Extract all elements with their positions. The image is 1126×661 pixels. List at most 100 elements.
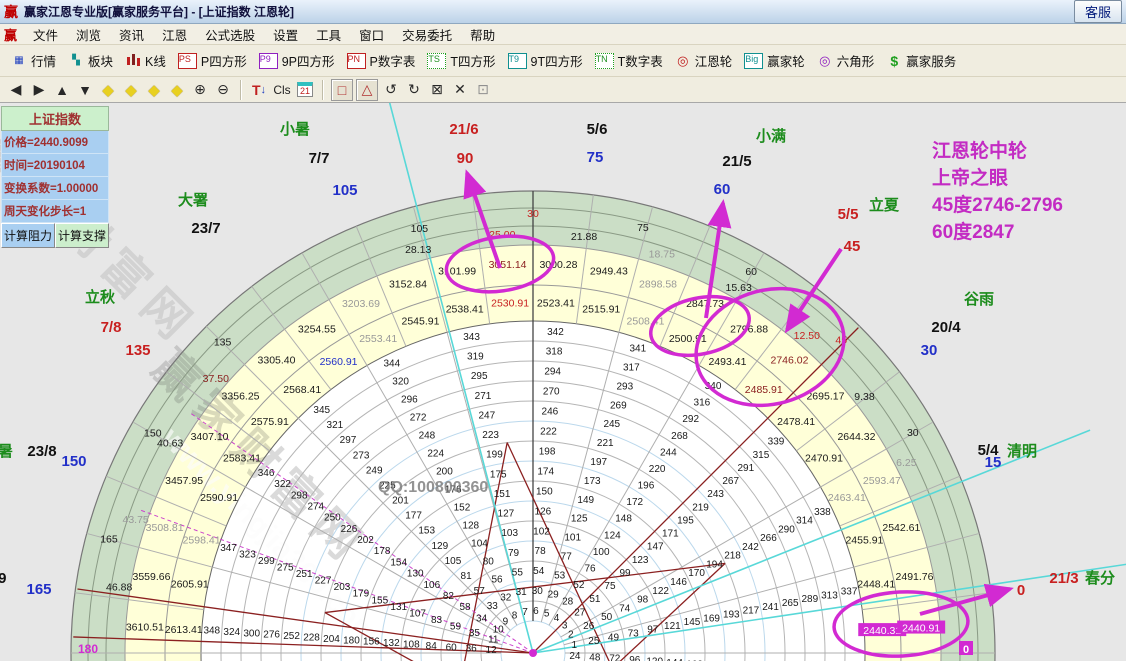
wheel-number: 314 xyxy=(796,516,813,527)
wheel-number: 321 xyxy=(327,420,344,431)
highlighted-price: 2440.31 xyxy=(863,625,901,637)
menu-item-3[interactable]: 江恩 xyxy=(154,23,195,46)
toolbar-label: 行情 xyxy=(31,55,57,69)
toolbar-label: P四方形 xyxy=(200,55,247,69)
menu-item-1[interactable]: 浏览 xyxy=(68,23,109,46)
toolbar-button-ts[interactable]: TS T四方形 xyxy=(422,49,500,72)
calc-button-1[interactable]: 计算支撑 xyxy=(55,223,109,248)
box-x-icon[interactable]: ⊠ xyxy=(427,80,447,100)
toolbar-button-t9[interactable]: T9 9T四方形 xyxy=(503,49,588,72)
wheel-number: 48 xyxy=(589,652,601,661)
tab-index-name[interactable]: 上证指数 xyxy=(1,106,109,131)
price-inner: 2590.91 xyxy=(200,492,238,504)
customer-service-button[interactable]: 客服 xyxy=(1073,0,1122,23)
value-label: 9.38 xyxy=(854,391,875,403)
d-up-icon[interactable]: ◆ xyxy=(144,80,164,100)
toolbar-button-p9[interactable]: P9 9P四方形 xyxy=(254,49,340,72)
wheel-number: 246 xyxy=(542,407,559,418)
wheel-number: 128 xyxy=(462,520,479,531)
wheel-number: 35 xyxy=(469,628,481,639)
price-inner: 2545.91 xyxy=(402,316,440,328)
square-icon[interactable]: □ xyxy=(331,78,353,101)
toolbar-button-gann[interactable]: ◎ 江恩轮 xyxy=(670,49,738,72)
wheel-number: 4 xyxy=(554,613,560,624)
toolbar-button-hex[interactable]: ◎ 六角形 xyxy=(812,49,880,72)
back-icon[interactable]: ◀ xyxy=(6,80,26,100)
down-icon[interactable]: ▼ xyxy=(75,80,95,100)
calendar-icon[interactable]: 21 xyxy=(295,80,315,100)
wheel-number: 127 xyxy=(498,509,515,520)
tn-icon: TN xyxy=(594,52,614,69)
up-icon[interactable]: ▲ xyxy=(52,80,72,100)
wheel-number: 170 xyxy=(688,568,705,579)
menu-item-0[interactable]: 文件 xyxy=(25,23,66,46)
toolbar-button-blocks[interactable]: ▚ 板块 xyxy=(63,49,118,72)
wheel-number: 53 xyxy=(554,570,566,581)
converge-icon[interactable]: ✕ xyxy=(450,80,470,100)
price-inner: 2575.91 xyxy=(251,416,289,428)
toolbar-button-kline[interactable]: K线 xyxy=(120,49,171,72)
outer-label: 立秋 xyxy=(85,288,116,306)
toolbar-button-big[interactable]: Big 赢家轮 xyxy=(739,49,810,72)
d-left-icon[interactable]: ◆ xyxy=(98,80,118,100)
rot-left-icon[interactable]: ↺ xyxy=(381,80,401,100)
toolbar-button-tn[interactable]: TN T数字表 xyxy=(590,49,668,72)
t-down-icon[interactable]: T ↓ xyxy=(249,80,269,100)
wheel-number: 2 xyxy=(568,630,574,641)
forward-icon[interactable]: ▶ xyxy=(29,80,49,100)
screen-icon[interactable]: ⊡ xyxy=(473,80,493,100)
wheel-number: 316 xyxy=(694,398,711,409)
menu-item-6[interactable]: 工具 xyxy=(308,23,349,46)
value-label: 12.50 xyxy=(794,330,820,342)
menu-item-2[interactable]: 资讯 xyxy=(111,23,152,46)
wheel-number: 81 xyxy=(461,571,473,582)
toolbar-separator xyxy=(322,79,324,100)
zoom-in-icon[interactable]: ⊕ xyxy=(190,80,210,100)
menu-item-7[interactable]: 窗口 xyxy=(351,23,392,46)
wheel-number: 108 xyxy=(403,639,420,650)
wheel-number: 104 xyxy=(471,538,488,549)
wheel-number: 56 xyxy=(491,574,503,585)
wheel-number: 156 xyxy=(363,637,380,648)
toolbar-label: 赢家服务 xyxy=(906,55,957,69)
outer-label: 23/7 xyxy=(191,220,220,237)
wheel-number: 34 xyxy=(476,613,488,624)
wheel-number: 193 xyxy=(723,609,740,620)
toolbar-button-ps[interactable]: PS P四方形 xyxy=(173,49,252,72)
wheel-number: 106 xyxy=(424,580,441,591)
menu-item-4[interactable]: 公式选股 xyxy=(197,23,263,46)
wheel-number: 272 xyxy=(410,413,427,424)
outer-label: 23/8 xyxy=(27,443,56,460)
outer-label: 小暑 xyxy=(280,120,310,138)
wheel-number: 342 xyxy=(547,327,564,338)
wheel-number: 27 xyxy=(574,607,586,618)
outer-label: 立夏 xyxy=(869,196,900,214)
outer-label: 0 xyxy=(1017,582,1025,599)
price-inner: 2598.41 xyxy=(183,534,221,546)
menu-item-9[interactable]: 帮助 xyxy=(462,23,503,46)
outer-label: 21/5 xyxy=(722,153,751,170)
wheel-number: 122 xyxy=(652,586,669,597)
d-right-icon[interactable]: ◆ xyxy=(121,80,141,100)
price-inner: 2493.41 xyxy=(708,356,746,368)
menu-item-8[interactable]: 交易委托 xyxy=(394,23,460,46)
cls-icon[interactable]: Cls xyxy=(272,80,292,100)
d-down-icon[interactable]: ◆ xyxy=(167,80,187,100)
wheel-center-dot xyxy=(529,649,537,657)
calc-button-0[interactable]: 计算阻力 xyxy=(1,223,55,248)
menu-item-5[interactable]: 设置 xyxy=(265,23,306,46)
wheel-number: 177 xyxy=(405,511,422,522)
wheel-number: 315 xyxy=(753,450,770,461)
outer-label: 大署 xyxy=(178,191,208,209)
zoom-out-icon[interactable]: ⊖ xyxy=(213,80,233,100)
rot-right-icon[interactable]: ↻ xyxy=(404,80,424,100)
toolbar-button-pn[interactable]: PN P数字表 xyxy=(342,49,421,72)
toolbar-button-svc[interactable]: $ 赢家服务 xyxy=(881,49,961,72)
wheel-number: 345 xyxy=(313,405,330,416)
toolbar-button-table[interactable]: ▦ 行情 xyxy=(6,49,61,72)
triangle-icon[interactable]: △ xyxy=(356,78,378,101)
wheel-number: 130 xyxy=(407,569,424,580)
price-inner: 2448.41 xyxy=(857,579,895,591)
wheel-number: 300 xyxy=(243,628,260,639)
wheel-number: 223 xyxy=(482,430,499,441)
